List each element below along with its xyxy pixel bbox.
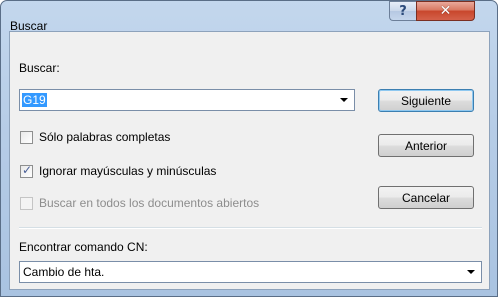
title-bar[interactable]: Buscar ? ✕ (1, 1, 497, 33)
search-input[interactable]: G19 (19, 89, 355, 111)
ignore-case-checkbox[interactable]: ✓ (20, 163, 33, 178)
all-documents-label: Buscar en todos los documentos abiertos (39, 196, 260, 210)
search-input-value: G19 (22, 93, 47, 107)
chevron-down-icon[interactable] (467, 270, 475, 274)
help-icon: ? (399, 3, 407, 19)
command-label: Encontrar comando CN: (19, 240, 148, 254)
close-button[interactable]: ✕ (416, 1, 475, 21)
search-label: Buscar: (19, 61, 60, 75)
command-select[interactable]: Cambio de hta. (19, 261, 482, 283)
cancel-button[interactable]: Cancelar (378, 186, 474, 209)
separator (19, 227, 482, 229)
dialog-body: Buscar: G19 Siguiente Anterior Cancelar … (9, 31, 490, 290)
close-icon: ✕ (439, 3, 452, 19)
find-dialog: Buscar ? ✕ Buscar: G19 Siguiente Anterio… (0, 0, 498, 297)
all-documents-checkbox (20, 197, 33, 210)
previous-button[interactable]: Anterior (378, 134, 474, 157)
command-select-value: Cambio de hta. (23, 265, 105, 279)
chevron-down-icon[interactable] (340, 98, 348, 102)
checkmark-icon: ✓ (22, 163, 33, 177)
whole-words-label[interactable]: Sólo palabras completas (39, 130, 170, 145)
whole-words-checkbox[interactable] (20, 131, 33, 144)
help-button[interactable]: ? (389, 1, 416, 21)
next-button[interactable]: Siguiente (378, 89, 474, 112)
ignore-case-label[interactable]: Ignorar mayúsculas y minúsculas (39, 164, 216, 179)
